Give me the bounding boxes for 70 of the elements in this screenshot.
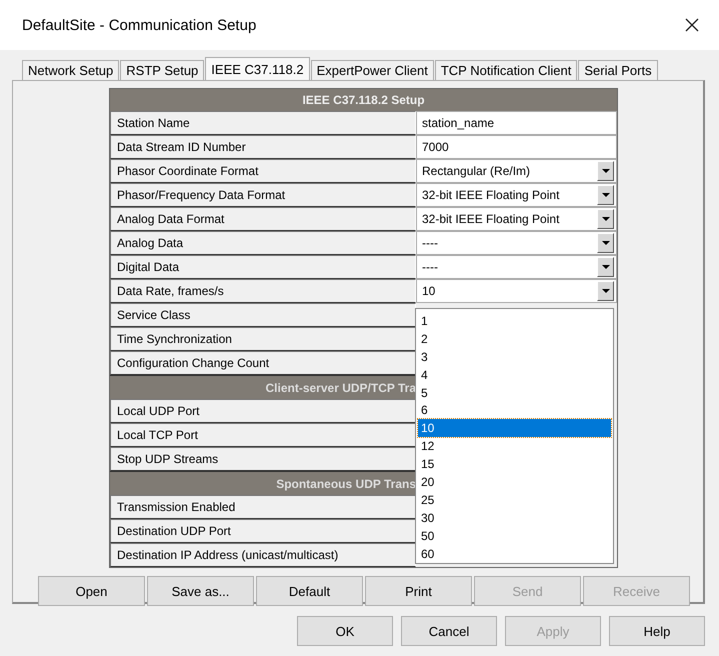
row-label: Destination IP Address (unicast/multicast) bbox=[110, 543, 416, 567]
row-label: Time Synchronization bbox=[110, 327, 416, 351]
dialog-button[interactable]: OK bbox=[297, 616, 393, 646]
row-label: Analog Data Format bbox=[110, 207, 416, 231]
list-option[interactable]: 50 bbox=[418, 526, 611, 545]
close-icon bbox=[685, 18, 699, 32]
input-field[interactable]: 7000 bbox=[416, 135, 617, 159]
list-option[interactable]: 3 bbox=[418, 348, 611, 366]
action-button[interactable]: Default bbox=[256, 576, 363, 606]
caret-icon bbox=[602, 241, 610, 245]
list-option[interactable]: 60 bbox=[418, 544, 611, 562]
section-header: Client-server UDP/TCP Tra bbox=[110, 375, 416, 399]
tab[interactable]: TCP Notification Client bbox=[434, 60, 578, 80]
row-label: Stop UDP Streams bbox=[110, 447, 416, 471]
list-option[interactable]: 6 bbox=[418, 401, 611, 420]
row-label: Configuration Change Count bbox=[110, 351, 416, 375]
dropdown-button[interactable] bbox=[597, 161, 614, 181]
list-option[interactable]: 10 bbox=[418, 419, 611, 438]
row-label: Data Rate, frames/s bbox=[110, 279, 416, 303]
dropdown-field[interactable]: Rectangular (Re/Im) bbox=[416, 159, 617, 183]
tab[interactable]: IEEE C37.118.2 bbox=[205, 57, 310, 81]
dropdown-button[interactable] bbox=[597, 209, 614, 229]
dropdown-button[interactable] bbox=[597, 233, 614, 253]
row-label: Digital Data bbox=[110, 255, 416, 279]
list-option[interactable]: 2 bbox=[418, 330, 611, 348]
tab[interactable]: RSTP Setup bbox=[120, 60, 204, 80]
section-header: Spontaneous UDP Trans bbox=[110, 471, 416, 495]
caret-icon bbox=[602, 289, 610, 293]
dialog-button[interactable]: Help bbox=[609, 616, 705, 646]
tab[interactable]: Serial Ports bbox=[578, 60, 658, 80]
window-title: DefaultSite - Communication Setup bbox=[22, 16, 256, 34]
list-option[interactable]: 12 bbox=[418, 437, 611, 456]
caret-icon bbox=[602, 169, 610, 173]
caret-icon bbox=[602, 265, 610, 269]
caret-icon bbox=[602, 193, 610, 197]
row-label: Data Stream ID Number bbox=[110, 135, 416, 159]
action-button[interactable]: Print bbox=[365, 576, 472, 606]
list-option[interactable]: 5 bbox=[418, 384, 611, 402]
close-button[interactable] bbox=[683, 16, 701, 34]
action-button[interactable]: Open bbox=[38, 576, 145, 606]
table-header: IEEE C37.118.2 Setup bbox=[110, 89, 617, 111]
dropdown-button[interactable] bbox=[597, 185, 614, 205]
action-button[interactable]: Save as... bbox=[147, 576, 254, 606]
list-option[interactable]: 25 bbox=[418, 490, 611, 509]
dialog-button[interactable]: Cancel bbox=[401, 616, 497, 646]
list-option[interactable]: 15 bbox=[418, 455, 611, 474]
row-label: Station Name bbox=[110, 111, 416, 135]
row-label: Local UDP Port bbox=[110, 399, 416, 423]
list-option[interactable]: 30 bbox=[418, 508, 611, 527]
dropdown-field[interactable]: 10 bbox=[416, 279, 617, 303]
row-label: Analog Data bbox=[110, 231, 416, 255]
list-option[interactable]: 1 bbox=[418, 312, 611, 330]
tab[interactable]: ExpertPower Client bbox=[310, 60, 434, 80]
row-label: Service Class bbox=[110, 303, 416, 327]
list-option[interactable]: 4 bbox=[418, 366, 611, 384]
dropdown-button[interactable] bbox=[597, 257, 614, 277]
row-label: Destination UDP Port bbox=[110, 519, 416, 543]
dropdown-button[interactable] bbox=[597, 281, 614, 301]
dropdown-field[interactable]: ---- bbox=[416, 231, 617, 255]
dropdown-field[interactable]: ---- bbox=[416, 255, 617, 279]
caret-icon bbox=[602, 217, 610, 221]
row-label: Transmission Enabled bbox=[110, 495, 416, 519]
dropdown-field[interactable]: 32-bit IEEE Floating Point bbox=[416, 207, 617, 231]
row-label: Phasor Coordinate Format bbox=[110, 159, 416, 183]
row-label: Local TCP Port bbox=[110, 423, 416, 447]
list-option[interactable]: 20 bbox=[418, 473, 611, 491]
row-label: Phasor/Frequency Data Format bbox=[110, 183, 416, 207]
dropdown-field[interactable]: 32-bit IEEE Floating Point bbox=[416, 183, 617, 207]
input-field[interactable]: station_name bbox=[416, 111, 617, 135]
tab[interactable]: Network Setup bbox=[22, 60, 120, 80]
